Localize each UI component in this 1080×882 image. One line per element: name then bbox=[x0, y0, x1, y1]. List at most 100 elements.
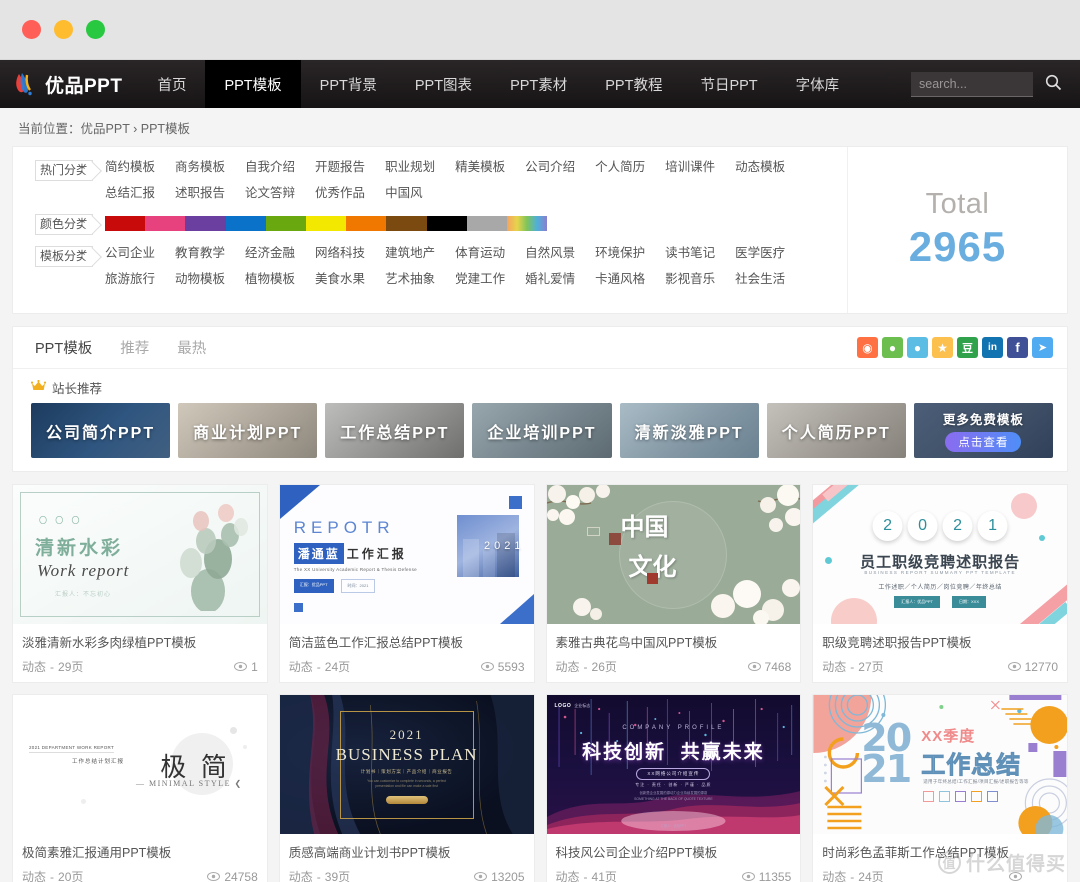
filter-tpl-10[interactable]: 旅游旅行 bbox=[105, 271, 155, 288]
nav-item-holiday-ppt[interactable]: 节日PPT bbox=[681, 60, 776, 108]
template-thumbnail[interactable]: REPOTR 潘通蓝 工作汇报 The XX University Academ… bbox=[279, 485, 534, 624]
nav-item-ppt-backgrounds[interactable]: PPT背景 bbox=[301, 60, 396, 108]
template-card[interactable]: 2021 BUSINESS PLAN 计划书｜策划方案｜产品介绍｜商业报告 Yo… bbox=[278, 694, 535, 882]
tab-hottest[interactable]: 最热 bbox=[177, 337, 206, 358]
nav-item-ppt-charts[interactable]: PPT图表 bbox=[396, 60, 491, 108]
filter-tpl-1[interactable]: 教育教学 bbox=[175, 245, 225, 262]
filter-tpl-15[interactable]: 党建工作 bbox=[455, 271, 505, 288]
linkedin-icon[interactable]: in bbox=[982, 337, 1003, 358]
window-close-button[interactable] bbox=[22, 20, 41, 39]
template-title[interactable]: 简洁蓝色工作汇报总结PPT模板 bbox=[289, 632, 525, 651]
color-swatch-pink[interactable] bbox=[145, 216, 186, 231]
template-thumbnail[interactable]: 2021 DEPARTMENT WORK REPORT 工作总结计划汇报 极 简… bbox=[13, 695, 267, 834]
filter-tpl-6[interactable]: 自然风景 bbox=[525, 245, 575, 262]
template-title[interactable]: 时尚彩色孟菲斯工作总结PPT模板 bbox=[822, 842, 1058, 861]
template-thumbnail[interactable]: LOGO 企业标志 COMPANY PROFILE 科技创新 共赢未来 XX网络… bbox=[546, 695, 801, 834]
recommend-item-business-plan[interactable]: 商业计划PPT bbox=[178, 403, 318, 458]
template-title[interactable]: 科技风公司企业介绍PPT模板 bbox=[556, 842, 792, 861]
filter-tpl-12[interactable]: 植物模板 bbox=[245, 271, 295, 288]
template-card[interactable]: 中国 文化 素雅古典花鸟中国风PPT模板 动态 - 26页 7468 bbox=[545, 484, 802, 683]
recommend-item-company-profile[interactable]: 公司简介PPT bbox=[31, 403, 171, 458]
template-thumbnail[interactable]: 2 0 2 1 员工职级竞聘述职报告 BUSINESS REPORT SUMMA… bbox=[813, 485, 1067, 624]
filter-tpl-7[interactable]: 环境保护 bbox=[595, 245, 645, 262]
recommend-item-corporate-training[interactable]: 企业培训PPT bbox=[472, 403, 612, 458]
filter-hot-5[interactable]: 精美模板 bbox=[455, 159, 505, 176]
template-thumbnail[interactable]: 〇 〇 〇 清新水彩 Work report 汇报人：不忘初心 bbox=[13, 485, 267, 624]
color-swatch-yellow[interactable] bbox=[305, 216, 347, 231]
filter-hot-0[interactable]: 简约模板 bbox=[105, 159, 155, 176]
filter-tpl-2[interactable]: 经济金融 bbox=[245, 245, 295, 262]
template-card[interactable]: 〇 〇 〇 清新水彩 Work report 汇报人：不忘初心 淡雅清新水彩多肉… bbox=[12, 484, 268, 683]
nav-item-ppt-materials[interactable]: PPT素材 bbox=[491, 60, 586, 108]
filter-tpl-5[interactable]: 体育运动 bbox=[455, 245, 505, 262]
color-swatch-rainbow[interactable] bbox=[506, 216, 548, 231]
template-title[interactable]: 质感高端商业计划书PPT模板 bbox=[289, 842, 525, 861]
filter-tpl-11[interactable]: 动物模板 bbox=[175, 271, 225, 288]
filter-hot-7[interactable]: 个人简历 bbox=[595, 159, 645, 176]
filter-tpl-19[interactable]: 社会生活 bbox=[735, 271, 785, 288]
filter-hot-4[interactable]: 职业规划 bbox=[385, 159, 435, 176]
color-swatch-blue[interactable] bbox=[225, 216, 266, 231]
filter-hot-11[interactable]: 述职报告 bbox=[175, 185, 225, 202]
recommend-item-more-free[interactable]: 更多免费模板 点击查看 bbox=[913, 403, 1053, 458]
nav-item-home[interactable]: 首页 bbox=[138, 60, 205, 108]
color-swatch-purple[interactable] bbox=[185, 216, 226, 231]
filter-hot-1[interactable]: 商务模板 bbox=[175, 159, 225, 176]
recommend-more-button[interactable]: 点击查看 bbox=[945, 432, 1022, 452]
filter-hot-2[interactable]: 自我介绍 bbox=[245, 159, 295, 176]
filter-hot-13[interactable]: 优秀作品 bbox=[315, 185, 365, 202]
nav-item-font-library[interactable]: 字体库 bbox=[777, 60, 859, 108]
douban-icon[interactable]: 豆 bbox=[957, 337, 978, 358]
window-maximize-button[interactable] bbox=[86, 20, 105, 39]
color-swatch-orange[interactable] bbox=[346, 216, 387, 231]
template-title[interactable]: 职级竞聘述职报告PPT模板 bbox=[822, 632, 1058, 651]
filter-tpl-3[interactable]: 网络科技 bbox=[315, 245, 365, 262]
filter-hot-10[interactable]: 总结汇报 bbox=[105, 185, 155, 202]
recommend-item-resume[interactable]: 个人简历PPT bbox=[766, 403, 906, 458]
template-card[interactable]: 2 0 2 1 员工职级竞聘述职报告 BUSINESS REPORT SUMMA… bbox=[812, 484, 1068, 683]
filter-tpl-4[interactable]: 建筑地产 bbox=[385, 245, 435, 262]
template-thumbnail[interactable]: 20 21 XX季度 工作总结 适用于年终总结/工作汇报/项目汇报/述职报告等等 bbox=[813, 695, 1067, 834]
filter-hot-9[interactable]: 动态模板 bbox=[735, 159, 785, 176]
color-swatch-red[interactable] bbox=[105, 216, 146, 231]
template-title[interactable]: 极简素雅汇报通用PPT模板 bbox=[22, 842, 258, 861]
template-title[interactable]: 淡雅清新水彩多肉绿植PPT模板 bbox=[22, 632, 258, 651]
wechat-icon[interactable]: ● bbox=[882, 337, 903, 358]
tab-recommended[interactable]: 推荐 bbox=[120, 337, 149, 358]
filter-tpl-14[interactable]: 艺术抽象 bbox=[385, 271, 435, 288]
window-minimize-button[interactable] bbox=[54, 20, 73, 39]
template-title[interactable]: 素雅古典花鸟中国风PPT模板 bbox=[556, 632, 792, 651]
filter-tpl-17[interactable]: 卡通风格 bbox=[595, 271, 645, 288]
color-swatch-gray[interactable] bbox=[466, 216, 507, 231]
filter-hot-3[interactable]: 开题报告 bbox=[315, 159, 365, 176]
color-swatch-green[interactable] bbox=[265, 216, 306, 231]
filter-tpl-16[interactable]: 婚礼爱情 bbox=[525, 271, 575, 288]
facebook-icon[interactable]: f bbox=[1007, 337, 1028, 358]
template-card[interactable]: REPOTR 潘通蓝 工作汇报 The XX University Academ… bbox=[278, 484, 535, 683]
site-logo[interactable]: 优品PPT bbox=[0, 60, 138, 108]
filter-tpl-8[interactable]: 读书笔记 bbox=[665, 245, 715, 262]
search-input[interactable] bbox=[911, 71, 1033, 97]
filter-hot-14[interactable]: 中国风 bbox=[385, 185, 423, 202]
qq-icon[interactable]: ● bbox=[907, 337, 928, 358]
template-thumbnail[interactable]: 中国 文化 bbox=[546, 485, 801, 624]
breadcrumb-root-link[interactable]: 优品PPT bbox=[81, 122, 130, 136]
twitter-icon[interactable]: ➤ bbox=[1032, 337, 1053, 358]
tab-ppt-templates[interactable]: PPT模板 bbox=[35, 337, 92, 358]
renren-icon[interactable]: ★ bbox=[932, 337, 953, 358]
filter-hot-12[interactable]: 论文答辩 bbox=[245, 185, 295, 202]
nav-item-ppt-tutorials[interactable]: PPT教程 bbox=[586, 60, 681, 108]
filter-tpl-13[interactable]: 美食水果 bbox=[315, 271, 365, 288]
filter-tpl-9[interactable]: 医学医疗 bbox=[735, 245, 785, 262]
search-button[interactable] bbox=[1045, 74, 1062, 94]
weibo-icon[interactable]: ◉ bbox=[857, 337, 878, 358]
template-card[interactable]: LOGO 企业标志 COMPANY PROFILE 科技创新 共赢未来 XX网络… bbox=[545, 694, 802, 882]
filter-tpl-0[interactable]: 公司企业 bbox=[105, 245, 155, 262]
recommend-item-fresh-elegant[interactable]: 清新淡雅PPT bbox=[619, 403, 759, 458]
color-swatch-brown[interactable] bbox=[386, 216, 427, 231]
nav-item-ppt-templates[interactable]: PPT模板 bbox=[205, 60, 301, 108]
filter-hot-6[interactable]: 公司介绍 bbox=[525, 159, 575, 176]
color-swatch-black[interactable] bbox=[426, 216, 467, 231]
filter-hot-8[interactable]: 培训课件 bbox=[665, 159, 715, 176]
template-card[interactable]: 20 21 XX季度 工作总结 适用于年终总结/工作汇报/项目汇报/述职报告等等 … bbox=[812, 694, 1068, 882]
